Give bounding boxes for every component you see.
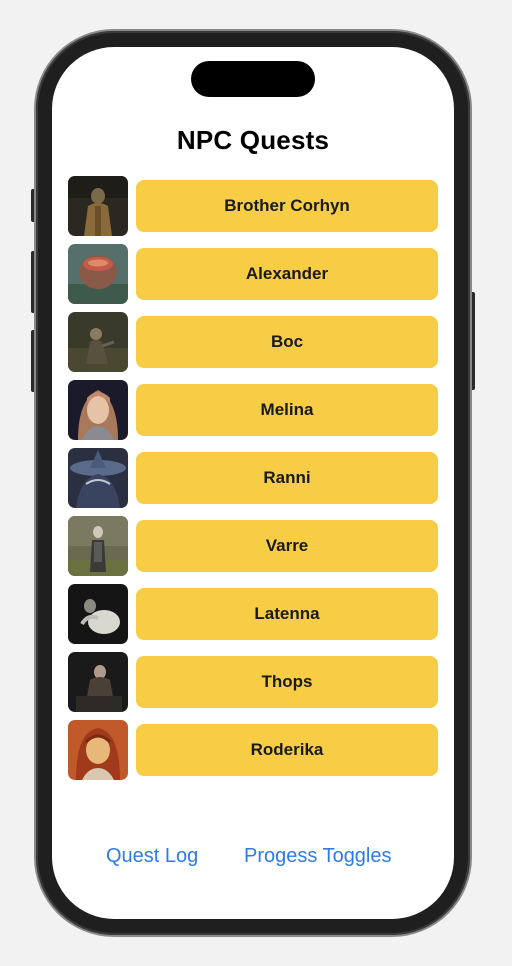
roderika-portrait-image	[68, 720, 128, 780]
npc-row-melina: Melina	[68, 380, 438, 440]
varre-portrait-image	[68, 516, 128, 576]
npc-button-ranni[interactable]: Ranni	[136, 452, 438, 504]
npc-button-thops[interactable]: Thops	[136, 656, 438, 708]
dynamic-island	[191, 61, 315, 97]
quest-log-link[interactable]: Quest Log	[106, 845, 198, 868]
melina-portrait	[68, 380, 128, 440]
boc-portrait	[68, 312, 128, 372]
npc-row-thops: Thops	[68, 652, 438, 712]
latenna-portrait-image	[68, 584, 128, 644]
progress-toggles-link[interactable]: Progess Toggles	[244, 845, 392, 868]
npc-list: Brother Corhyn Alexander Boc Melina Rann…	[68, 176, 438, 788]
npc-row-roderika: Roderika	[68, 720, 438, 780]
npc-button-latenna[interactable]: Latenna	[136, 588, 438, 640]
app-screen: NPC Quests Brother Corhyn Alexander Boc …	[52, 47, 454, 919]
npc-row-brother-corhyn: Brother Corhyn	[68, 176, 438, 236]
npc-row-ranni: Ranni	[68, 448, 438, 508]
npc-row-alexander: Alexander	[68, 244, 438, 304]
npc-row-boc: Boc	[68, 312, 438, 372]
brother-corhyn-portrait-image	[68, 176, 128, 236]
npc-button-alexander[interactable]: Alexander	[136, 248, 438, 300]
thops-portrait-image	[68, 652, 128, 712]
npc-row-latenna: Latenna	[68, 584, 438, 644]
npc-button-boc[interactable]: Boc	[136, 316, 438, 368]
alexander-portrait-image	[68, 244, 128, 304]
ranni-portrait	[68, 448, 128, 508]
roderika-portrait	[68, 720, 128, 780]
npc-button-brother-corhyn[interactable]: Brother Corhyn	[136, 180, 438, 232]
page-title: NPC Quests	[176, 125, 330, 155]
npc-button-roderika[interactable]: Roderika	[136, 724, 438, 776]
alexander-portrait	[68, 244, 128, 304]
varre-portrait	[68, 516, 128, 576]
npc-button-varre[interactable]: Varre	[136, 520, 438, 572]
npc-button-melina[interactable]: Melina	[136, 384, 438, 436]
ranni-portrait-image	[68, 448, 128, 508]
npc-row-varre: Varre	[68, 516, 438, 576]
device-mockup: NPC Quests Brother Corhyn Alexander Boc …	[0, 0, 512, 966]
brother-corhyn-portrait	[68, 176, 128, 236]
bottom-navigation: Quest Log Progess Toggles	[52, 845, 454, 871]
boc-portrait-image	[68, 312, 128, 372]
latenna-portrait	[68, 584, 128, 644]
thops-portrait	[68, 652, 128, 712]
melina-portrait-image	[68, 380, 128, 440]
